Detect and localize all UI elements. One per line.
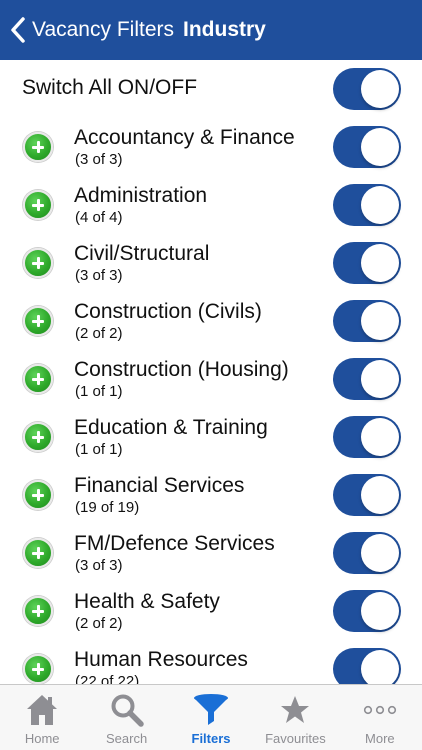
industry-count: (4 of 4) <box>75 209 123 226</box>
industry-count: (1 of 1) <box>75 441 123 458</box>
industry-row-construction-housing: Construction (Housing) (1 of 1) <box>0 350 422 408</box>
industry-toggle[interactable] <box>333 126 401 168</box>
add-circle-icon[interactable] <box>23 190 53 220</box>
add-circle-icon[interactable] <box>23 306 53 336</box>
toggle-knob <box>361 360 399 398</box>
industry-row-administration: Administration (4 of 4) <box>0 176 422 234</box>
industry-toggle[interactable] <box>333 358 401 400</box>
add-circle-icon[interactable] <box>23 422 53 452</box>
toggle-knob <box>361 650 399 684</box>
industry-toggle[interactable] <box>333 184 401 226</box>
toggle-knob <box>361 476 399 514</box>
tab-label: More <box>365 731 395 746</box>
page-title: Industry <box>183 18 266 41</box>
industry-count: (3 of 3) <box>75 267 123 284</box>
add-circle-icon[interactable] <box>23 480 53 510</box>
star-icon <box>281 696 310 723</box>
more-icon <box>363 705 396 715</box>
industry-count: (1 of 1) <box>75 383 123 400</box>
industry-title: Construction (Housing) <box>74 358 289 381</box>
industry-toggle[interactable] <box>333 242 401 284</box>
switch-all-label: Switch All ON/OFF <box>22 76 198 99</box>
industry-row-construction-civils: Construction (Civils) (2 of 2) <box>0 292 422 350</box>
industry-toggle[interactable] <box>333 300 401 342</box>
switch-all-toggle[interactable] <box>333 68 401 110</box>
back-button-label: Vacancy Filters <box>32 18 174 41</box>
filter-icon <box>194 694 229 725</box>
tab-filters[interactable]: Filters <box>169 685 253 750</box>
toggle-knob <box>361 70 399 108</box>
toggle-knob <box>361 128 399 166</box>
toggle-knob <box>361 534 399 572</box>
tab-search[interactable]: Search <box>84 685 168 750</box>
add-circle-icon[interactable] <box>23 596 53 626</box>
industry-row-financial-services: Financial Services (19 of 19) <box>0 466 422 524</box>
industry-count: (3 of 3) <box>75 557 123 574</box>
tab-label: Favourites <box>265 731 326 746</box>
home-icon <box>27 695 58 725</box>
industry-title: Accountancy & Finance <box>74 126 295 149</box>
industry-toggle[interactable] <box>333 648 401 684</box>
toggle-knob <box>361 592 399 630</box>
industry-row-civil-structural: Civil/Structural (3 of 3) <box>0 234 422 292</box>
industry-toggle[interactable] <box>333 532 401 574</box>
tab-bar: Home Search Filters Favourites More <box>0 684 422 750</box>
industry-title: Construction (Civils) <box>74 300 262 323</box>
industry-count: (19 of 19) <box>75 499 140 516</box>
industry-row-education-training: Education & Training (1 of 1) <box>0 408 422 466</box>
tab-favourites[interactable]: Favourites <box>253 685 337 750</box>
toggle-knob <box>361 244 399 282</box>
add-circle-icon[interactable] <box>23 538 53 568</box>
industry-row-human-resources: Human Resources (22 of 22) <box>0 640 422 684</box>
toggle-knob <box>361 186 399 224</box>
industry-count: (3 of 3) <box>75 151 123 168</box>
industry-row-fm-defence-services: FM/Defence Services (3 of 3) <box>0 524 422 582</box>
industry-row-health-safety: Health & Safety (2 of 2) <box>0 582 422 640</box>
add-circle-icon[interactable] <box>23 248 53 278</box>
industry-toggle[interactable] <box>333 590 401 632</box>
toggle-knob <box>361 418 399 456</box>
tab-home[interactable]: Home <box>0 685 84 750</box>
industry-title: Financial Services <box>74 474 245 497</box>
industry-title: Administration <box>74 184 208 207</box>
industry-row-accountancy-finance: Accountancy & Finance (3 of 3) <box>0 118 422 176</box>
industry-filter-list[interactable]: Switch All ON/OFF Accountancy & Finance … <box>0 60 422 684</box>
add-circle-icon[interactable] <box>23 132 53 162</box>
tab-more[interactable]: More <box>338 685 422 750</box>
search-icon <box>111 694 144 727</box>
navigation-bar: Vacancy Filters Industry <box>0 0 422 60</box>
back-button[interactable]: Vacancy Filters <box>0 0 174 60</box>
add-circle-icon[interactable] <box>23 654 53 684</box>
industry-title: Human Resources <box>74 648 248 671</box>
industry-count: (2 of 2) <box>75 615 123 632</box>
switch-all-row: Switch All ON/OFF <box>0 60 422 118</box>
industry-count: (2 of 2) <box>75 325 123 342</box>
industry-title: Civil/Structural <box>74 242 210 265</box>
chevron-left-icon <box>11 17 25 43</box>
tab-label: Filters <box>191 731 231 746</box>
add-circle-icon[interactable] <box>23 364 53 394</box>
industry-title: FM/Defence Services <box>74 532 275 555</box>
industry-title: Education & Training <box>74 416 268 439</box>
tab-label: Home <box>24 731 60 746</box>
toggle-knob <box>361 302 399 340</box>
industry-toggle[interactable] <box>333 416 401 458</box>
tab-label: Search <box>106 731 148 746</box>
industry-toggle[interactable] <box>333 474 401 516</box>
industry-title: Health & Safety <box>74 590 220 613</box>
industry-count: (22 of 22) <box>75 673 140 684</box>
